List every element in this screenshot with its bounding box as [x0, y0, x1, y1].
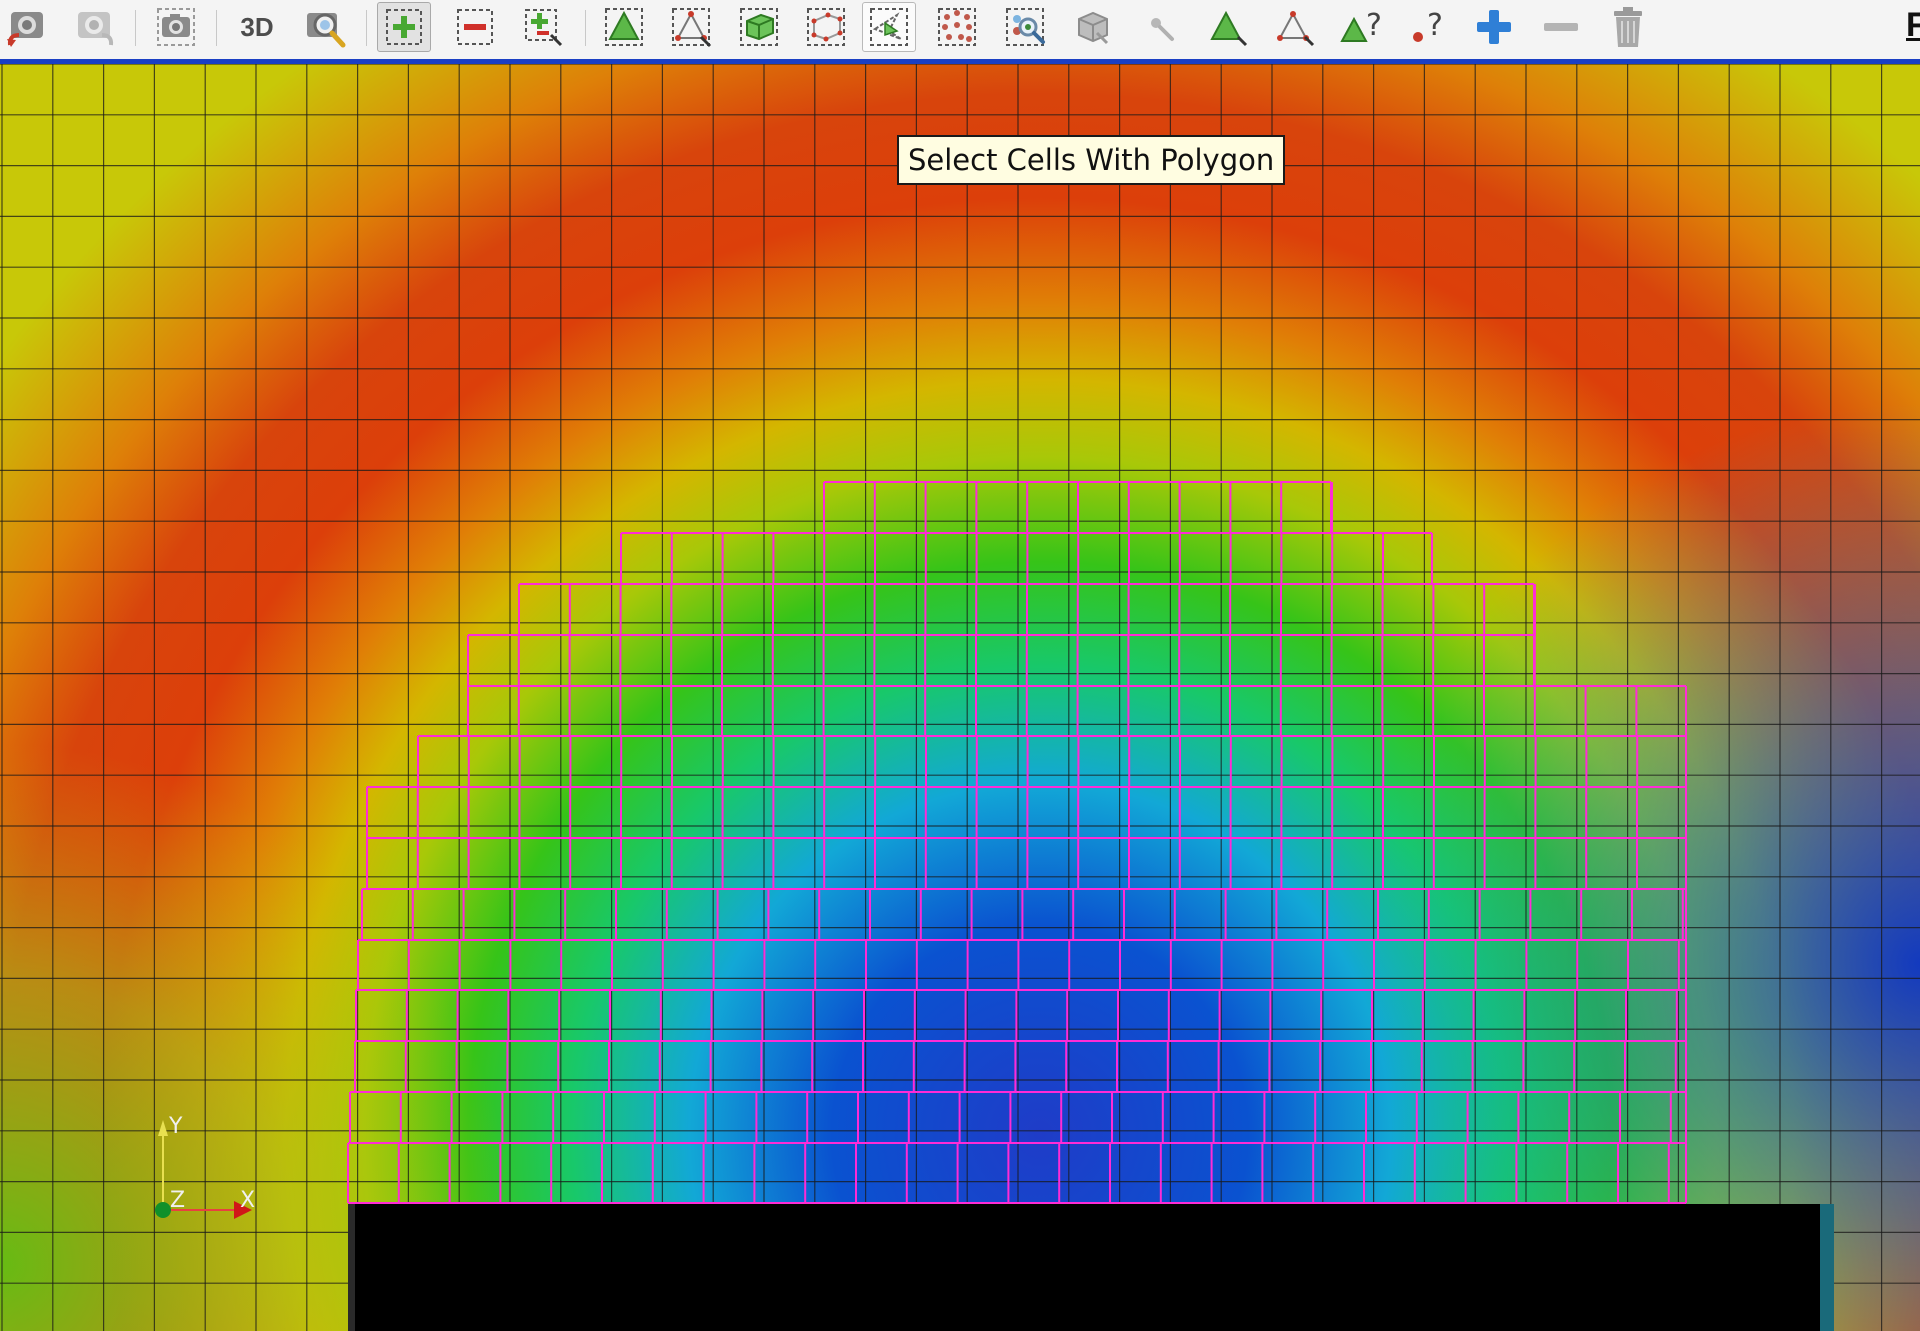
- add-selection-button[interactable]: [377, 2, 431, 52]
- select-points-through-icon: [807, 8, 845, 46]
- capture-screenshot-button[interactable]: [149, 2, 203, 52]
- svg-text:?: ?: [1427, 8, 1443, 43]
- toolbar-separator: [216, 10, 217, 46]
- toolbar-separator: [366, 10, 367, 46]
- shrink-button[interactable]: [1534, 2, 1588, 52]
- select-block-button[interactable]: [1066, 2, 1120, 52]
- axis-label-y: Y: [169, 1114, 183, 1139]
- polygon-select-points-icon: [938, 8, 976, 46]
- obstacle-left-edge: [348, 1204, 355, 1331]
- toggle-3d-button[interactable]: 3D: [230, 2, 284, 52]
- select-cells-through-button[interactable]: [732, 2, 786, 52]
- subtract-selection-button[interactable]: [448, 2, 502, 52]
- point-query-icon: ?: [1413, 8, 1443, 43]
- interactive-select-icon: [1006, 8, 1045, 46]
- polygon-select-cells-icon: [870, 8, 908, 46]
- toolbar-tooltip: Select Cells With Polygon: [897, 135, 1286, 185]
- reset-camera-button[interactable]: [0, 2, 54, 52]
- hover-cell-query-button[interactable]: ?: [1335, 2, 1389, 52]
- camera-icon: [157, 8, 195, 46]
- main-toolbar: 3D ? ? F: [0, 0, 1920, 64]
- hover-points-button[interactable]: [1268, 2, 1322, 52]
- select-cells-with-polygon-button[interactable]: [862, 2, 916, 52]
- select-add-icon: [386, 9, 422, 45]
- toolbar-overflow-letter: F: [1906, 6, 1920, 44]
- select-points-on-button[interactable]: [664, 2, 718, 52]
- camera-redo-icon: [78, 12, 114, 46]
- zoom-to-data-button[interactable]: [298, 2, 352, 52]
- trash-icon: [1614, 7, 1642, 47]
- select-subtract-icon: [457, 9, 493, 45]
- toolbar-separator: [135, 10, 136, 46]
- camera-undo-icon: [7, 12, 43, 47]
- select-cells-on-icon: [605, 8, 643, 46]
- cell-query-icon: ?: [1340, 8, 1382, 43]
- obstacle-right-edge: [1820, 1204, 1834, 1331]
- interactive-select-button[interactable]: [998, 2, 1052, 52]
- select-cells-through-icon: [740, 8, 778, 46]
- axis-label-x: X: [240, 1188, 256, 1213]
- select-points-on-icon: [672, 8, 712, 48]
- grow-button[interactable]: [1467, 2, 1521, 52]
- select-points-with-polygon-button[interactable]: [930, 2, 984, 52]
- block-select-icon: [1078, 11, 1109, 45]
- axis-label-z: Z: [170, 1188, 186, 1213]
- render-canvas[interactable]: [0, 64, 1920, 1331]
- toolbar-separator: [585, 10, 586, 46]
- toggle-3d-label: 3D: [240, 11, 274, 42]
- hover-point-query-button[interactable]: ?: [1402, 2, 1456, 52]
- grow-point-icon: [1151, 18, 1174, 41]
- redo-camera-button[interactable]: [67, 2, 121, 52]
- render-view[interactable]: Y Z X Select Cells With Polygon: [0, 64, 1920, 1331]
- grow-selection-button[interactable]: [1133, 2, 1187, 52]
- plus-icon: [1477, 10, 1511, 44]
- select-points-through-button[interactable]: [799, 2, 853, 52]
- hover-cells-button[interactable]: [1201, 2, 1255, 52]
- triangle-points-icon: [1277, 11, 1315, 47]
- triangle-cell-icon: [1210, 10, 1248, 47]
- magnifier-camera-icon: [307, 13, 346, 48]
- add-selection-pointer-button[interactable]: [516, 2, 570, 52]
- clear-selection-button[interactable]: [1601, 2, 1655, 52]
- select-cells-on-button[interactable]: [597, 2, 651, 52]
- svg-text:?: ?: [1366, 8, 1382, 43]
- obstacle-block: [354, 1204, 1820, 1331]
- select-add-pointer-icon: [525, 9, 563, 47]
- minus-icon: [1544, 23, 1578, 31]
